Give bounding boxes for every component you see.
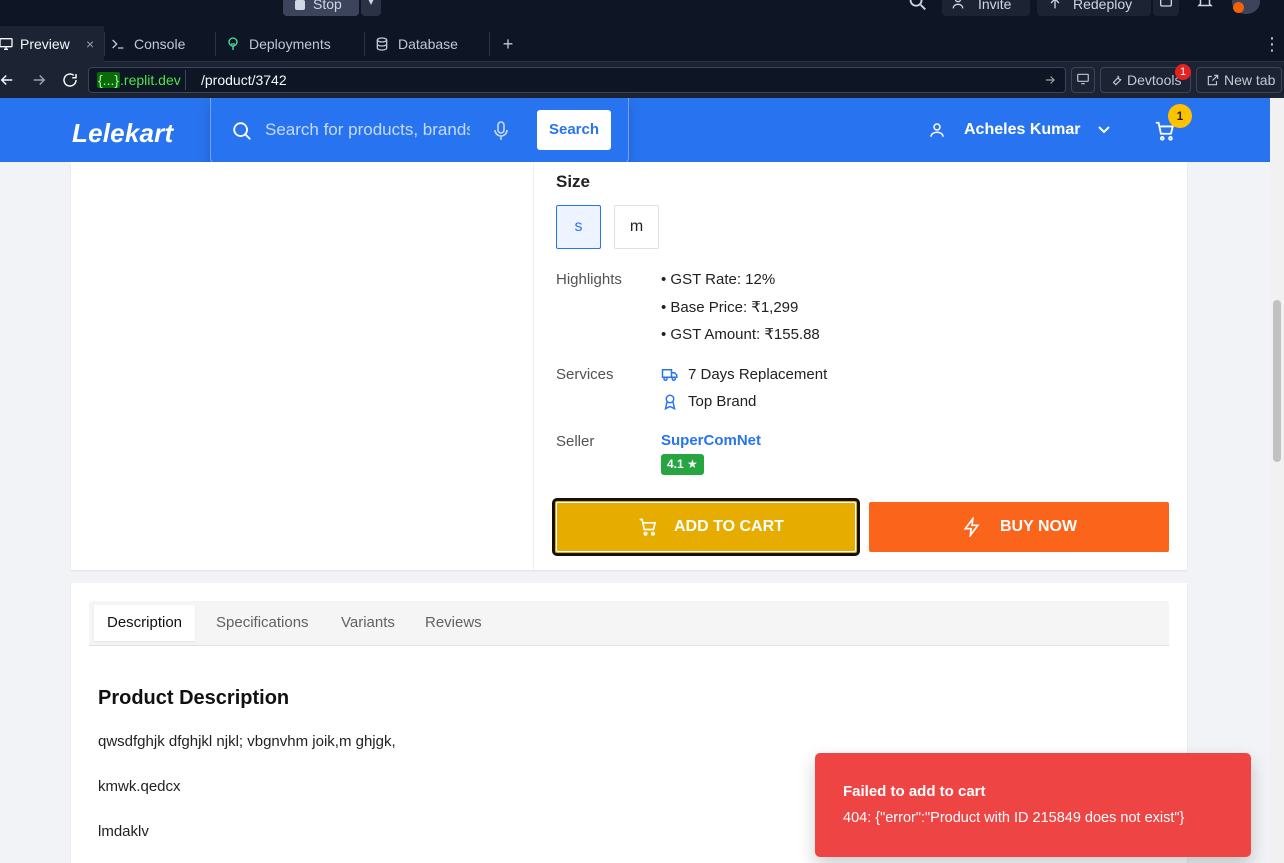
cart-count-badge: 1 [1168,104,1192,128]
highlight-item: • GST Rate: 12% [661,271,776,288]
seller-label: Seller [556,433,595,450]
search-icon[interactable] [906,0,928,14]
share-button[interactable] [1153,0,1179,16]
lightning-icon [963,517,980,537]
size-option-s[interactable]: s [556,205,601,249]
tab-label: Preview [20,36,70,52]
monitor-icon [0,38,13,50]
divider [533,162,534,570]
search-bar: Search [210,98,629,164]
error-toast[interactable] [815,753,1251,857]
url-path: /product/3742 [201,72,287,88]
tab-label: Deployments [249,36,331,52]
browser-url-bar: {...}.replit.dev /product/3742 Devtools … [0,62,1284,98]
ide-tab-bar: Preview × Console Deployments Database [0,26,1284,62]
search-icon [233,122,251,140]
external-link-icon [1207,74,1219,86]
tab-specifications[interactable]: Specifications [216,605,309,641]
database-icon [376,37,388,51]
scrollbar-thumb[interactable] [1273,300,1281,462]
user-menu-button[interactable]: Acheles Kumar [926,110,1111,150]
share-icon [1160,0,1172,7]
device-icon [1077,73,1089,85]
stop-menu-button[interactable]: ▾ [361,0,381,16]
services-label: Services [556,366,614,383]
search-button[interactable]: Search [537,110,611,150]
add-to-cart-label: ADD TO CART [674,518,784,535]
logo[interactable]: Lelekart [72,118,173,149]
award-icon [664,394,676,411]
new-tab-button[interactable]: New tab [1196,67,1282,93]
tab-reviews[interactable]: Reviews [425,605,482,641]
invite-button[interactable]: Invite [942,0,1030,16]
devtools-badge: 1 [1175,64,1191,80]
stop-button[interactable]: Stop [283,0,359,16]
arrow-right-icon[interactable] [1043,73,1057,87]
tab-label: Console [134,36,186,52]
scrollbar-track[interactable] [1270,98,1284,863]
redeploy-button[interactable]: Redeploy [1037,0,1151,16]
seller-name-link[interactable]: SuperComNet [661,432,761,449]
tab-variants[interactable]: Variants [341,605,395,641]
tab-database[interactable]: Database [365,26,489,62]
service-item: Top Brand [688,393,757,410]
stop-label: Stop [313,0,342,12]
url-domain-prefix: {...} [97,72,121,88]
description-title: Product Description [98,687,290,709]
tab-divider [489,32,490,56]
tab-deployments[interactable]: Deployments [216,26,364,62]
redeploy-label: Redeploy [1073,0,1133,12]
device-toggle-button[interactable] [1071,67,1095,93]
buy-now-label: BUY NOW [1000,518,1078,535]
seller-rating-badge: 4.1 ★ [661,454,704,475]
reload-icon[interactable] [61,71,79,89]
wrench-icon [1112,75,1122,86]
mic-icon[interactable] [493,121,509,141]
service-item: 7 Days Replacement [688,366,828,383]
highlight-item: • GST Amount: ₹155.88 [661,326,820,343]
toast-title: Failed to add to cart [843,783,986,800]
chevron-down-icon [1097,126,1110,134]
highlights-label: Highlights [556,271,622,288]
truck-icon [661,369,678,381]
url-domain-suffix: .replit.dev [120,72,181,88]
deploy-icon [228,37,238,50]
status-dot [1233,2,1244,13]
back-icon[interactable] [0,71,16,89]
forward-icon[interactable] [30,71,48,89]
cart-icon [639,518,657,536]
invite-label: Invite [978,0,1012,12]
description-line: kmwk.qedcx [98,778,181,795]
tab-console[interactable]: Console [105,26,215,62]
terminal-icon [112,39,124,49]
more-options-icon[interactable]: ⋮ [1263,26,1281,62]
new-tab-label: New tab [1224,72,1276,88]
user-plus-icon [952,0,964,9]
user-icon [930,123,944,137]
highlight-item: • Base Price: ₹1,299 [661,299,799,316]
url-domain: {...}.replit.dev [93,70,186,90]
search-input[interactable] [265,116,470,144]
toast-message: 404: {"error":"Product with ID 215849 do… [843,810,1185,826]
description-line: lmdaklv [98,823,149,840]
close-icon[interactable]: × [86,26,94,62]
devtools-label: Devtools [1127,72,1182,88]
add-tab-button[interactable]: + [498,26,518,62]
size-title: Size [556,172,591,191]
tab-preview[interactable]: Preview × [0,26,104,62]
user-name: Acheles Kumar [964,121,1081,138]
description-line: qwsdfghjk dfghjkl njkl; vbgnvhm joik,m g… [98,733,396,750]
upload-icon [1050,0,1060,9]
tab-label: Database [398,36,458,52]
url-field[interactable]: {...}.replit.dev /product/3742 [88,67,1066,93]
tab-description[interactable]: Description [94,605,196,641]
bell-icon[interactable] [1196,0,1214,10]
ide-top-bar: Stop ▾ Invite Redeploy [0,0,1284,26]
size-option-m[interactable]: m [614,205,659,249]
